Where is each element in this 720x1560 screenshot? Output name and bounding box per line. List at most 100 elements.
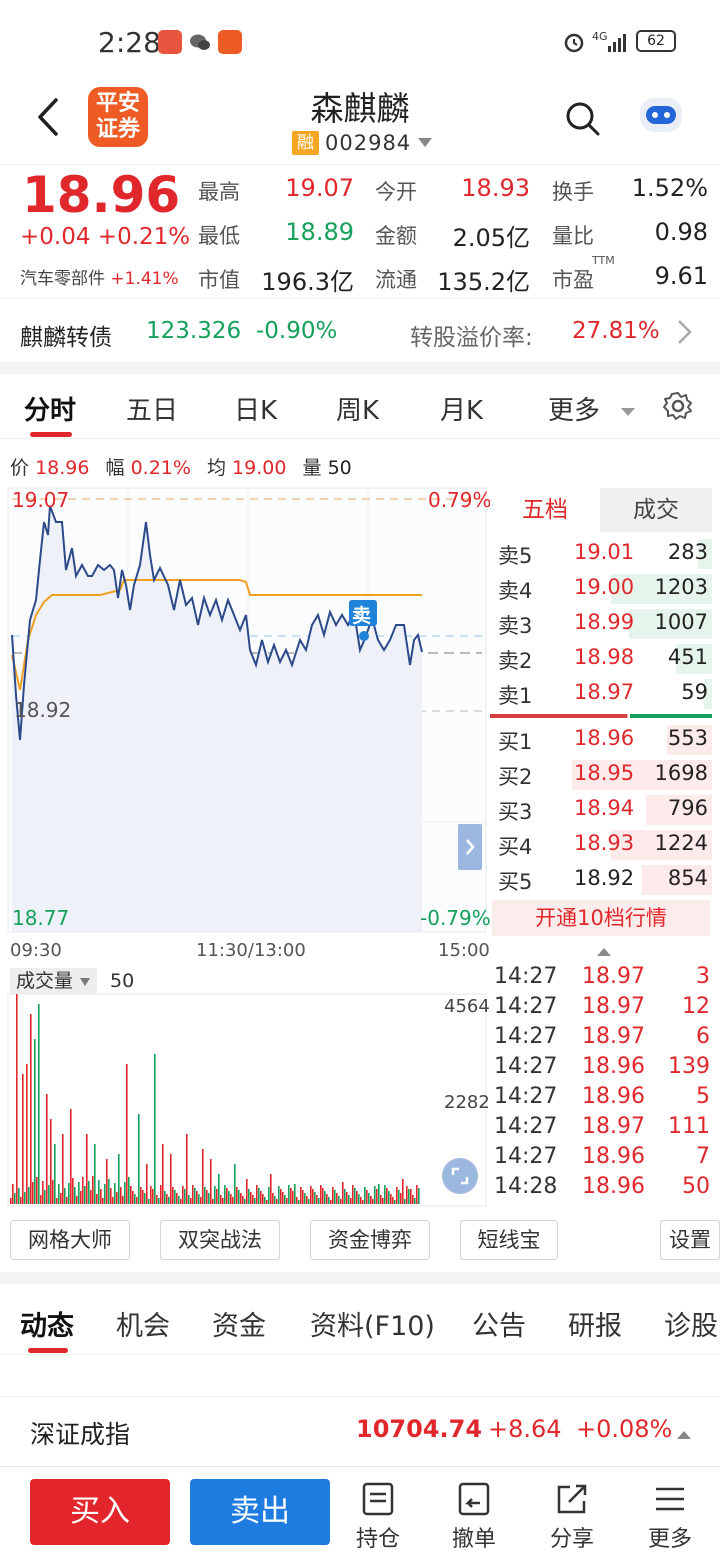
volume-bar — [100, 1189, 102, 1204]
tab-daily-k[interactable]: 日K — [234, 390, 277, 427]
sell-button[interactable]: 卖出 — [190, 1479, 330, 1545]
volume-bar — [286, 1198, 288, 1204]
news-tab-announcements[interactable]: 公告 — [472, 1304, 526, 1343]
volume-bar — [366, 1190, 368, 1204]
news-tabs: 动态 机会 资金 资料(F10) 公告 研报 诊股 — [0, 1284, 720, 1354]
level10-button[interactable]: 开通10档行情 — [492, 900, 710, 936]
bid-row[interactable]: 买5 18.92 854 — [490, 862, 712, 897]
wechat-icon — [188, 30, 212, 54]
news-tab-research[interactable]: 研报 — [568, 1304, 622, 1343]
trade-tick: 14:27 18.97 6 — [494, 1024, 710, 1054]
sell-marker-dot — [359, 631, 369, 641]
volume-bar — [384, 1185, 386, 1204]
ask-row[interactable]: 卖5 19.01 283 — [490, 536, 712, 571]
volume-bar — [172, 1187, 174, 1204]
divider — [0, 298, 720, 299]
fullscreen-icon[interactable] — [442, 1158, 478, 1194]
buy-button[interactable]: 买入 — [30, 1479, 170, 1545]
bid-row[interactable]: 买3 18.94 796 — [490, 792, 712, 827]
bid-row[interactable]: 买4 18.93 1224 — [490, 827, 712, 862]
volume-bar — [372, 1199, 374, 1204]
index-ticker[interactable]: 深证成指 10704.74 +8.64 +0.08% — [0, 1396, 720, 1464]
tab-intraday[interactable]: 分时 — [24, 390, 76, 427]
volume-bar — [388, 1191, 390, 1204]
ask-row[interactable]: 卖3 18.99 1007 — [490, 606, 712, 641]
dropdown-icon — [620, 402, 636, 421]
news-tab-f10[interactable]: 资料(F10) — [310, 1304, 435, 1343]
volume-bar — [168, 1197, 170, 1204]
ask-row[interactable]: 卖1 18.97 59 — [490, 676, 712, 711]
volume-bar — [34, 1039, 36, 1204]
convertible-bond-row[interactable]: 麒麟转债 123.326 -0.90% 转股溢价率: 27.81% — [0, 300, 720, 362]
quote-label: 今开 — [375, 180, 417, 204]
tool-short-line[interactable]: 短线宝 — [460, 1220, 558, 1260]
ask-volume: 451 — [667, 645, 708, 669]
volume-bar — [72, 1178, 74, 1204]
volume-bar — [242, 1196, 244, 1204]
bid-row[interactable]: 买2 18.95 1698 — [490, 757, 712, 792]
battery-icon: 62 — [636, 30, 676, 52]
volume-bar — [32, 1182, 34, 1204]
margin-badge: 融 — [292, 131, 319, 155]
nav-share[interactable]: 分享 — [542, 1481, 602, 1553]
tool-settings[interactable]: 设置 — [660, 1220, 720, 1260]
volume-bar — [102, 1198, 104, 1204]
ask-row[interactable]: 卖2 18.98 451 — [490, 641, 712, 676]
nav-more[interactable]: 更多 — [640, 1481, 700, 1553]
tab-more[interactable]: 更多 — [548, 390, 600, 427]
tick-price: 18.97 — [582, 994, 645, 1019]
bond-price: 123.326 — [146, 318, 242, 344]
tab-order-book[interactable]: 五档 — [490, 488, 600, 532]
status-bar: 2:28 4G 62 — [0, 0, 720, 80]
tool-double-breakout[interactable]: 双突战法 — [160, 1220, 280, 1260]
volume-bar — [150, 1186, 152, 1204]
tick-volume: 139 — [668, 1054, 710, 1079]
tool-capital-game[interactable]: 资金博弈 — [310, 1220, 430, 1260]
nav-label: 撤单 — [451, 1527, 496, 1552]
bid-row[interactable]: 买1 18.96 553 — [490, 722, 712, 757]
nav-positions[interactable]: 持仓 — [348, 1481, 408, 1553]
news-tab-dynamics[interactable]: 动态 — [20, 1304, 74, 1343]
industry-info[interactable]: 汽车零部件 +1.41% — [20, 264, 179, 289]
volume-bar — [264, 1197, 266, 1204]
tool-grid-master[interactable]: 网格大师 — [10, 1220, 130, 1260]
tick-price: 18.97 — [582, 964, 645, 989]
tab-monthly-k[interactable]: 月K — [440, 390, 483, 427]
volume-selector[interactable]: 成交量 — [10, 968, 98, 994]
quote-value-mktcap: 196.3亿 — [261, 268, 354, 296]
ask-volume: 1203 — [654, 575, 708, 599]
ask-row[interactable]: 卖4 19.00 1203 — [490, 571, 712, 606]
tab-five-day[interactable]: 五日 — [126, 390, 178, 427]
stock-code-row[interactable]: 融 002984 — [292, 130, 433, 156]
volume-bar — [404, 1199, 406, 1204]
news-tab-diagnosis[interactable]: 诊股 — [664, 1304, 718, 1343]
volume-bar — [138, 1114, 140, 1204]
cancel-order-icon — [458, 1482, 490, 1516]
nav-cancel-order[interactable]: 撤单 — [444, 1481, 504, 1553]
book-divider — [490, 714, 712, 718]
volume-bar — [196, 1191, 198, 1204]
stock-code: 002984 — [325, 131, 412, 155]
chart-expand-button[interactable] — [458, 824, 482, 870]
volume-bar — [190, 1198, 192, 1204]
volume-bar — [98, 1180, 100, 1204]
volume-bar — [270, 1174, 272, 1204]
premium-label: 转股溢价率: — [410, 325, 533, 351]
news-tab-capital[interactable]: 资金 — [212, 1304, 266, 1343]
search-icon[interactable] — [564, 100, 602, 142]
volume-bar — [44, 1190, 46, 1204]
tab-trades[interactable]: 成交 — [600, 488, 712, 532]
volume-bar — [318, 1198, 320, 1204]
expand-up-icon — [676, 1425, 692, 1444]
collapse-arrow-icon[interactable] — [596, 942, 612, 961]
news-tab-opportunities[interactable]: 机会 — [116, 1304, 170, 1343]
gear-icon[interactable] — [662, 390, 694, 426]
tab-weekly-k[interactable]: 周K — [336, 390, 379, 427]
bid-level-label: 买2 — [498, 765, 533, 789]
bottom-action-bar: 买入 卖出 持仓 撤单 分享 更多 — [0, 1466, 720, 1560]
intraday-chart[interactable] — [0, 440, 490, 1210]
robot-assistant-icon[interactable] — [634, 92, 688, 142]
stock-name[interactable]: 森麒麟 — [0, 82, 720, 130]
volume-bar — [400, 1193, 402, 1204]
signal-icon — [606, 30, 630, 58]
